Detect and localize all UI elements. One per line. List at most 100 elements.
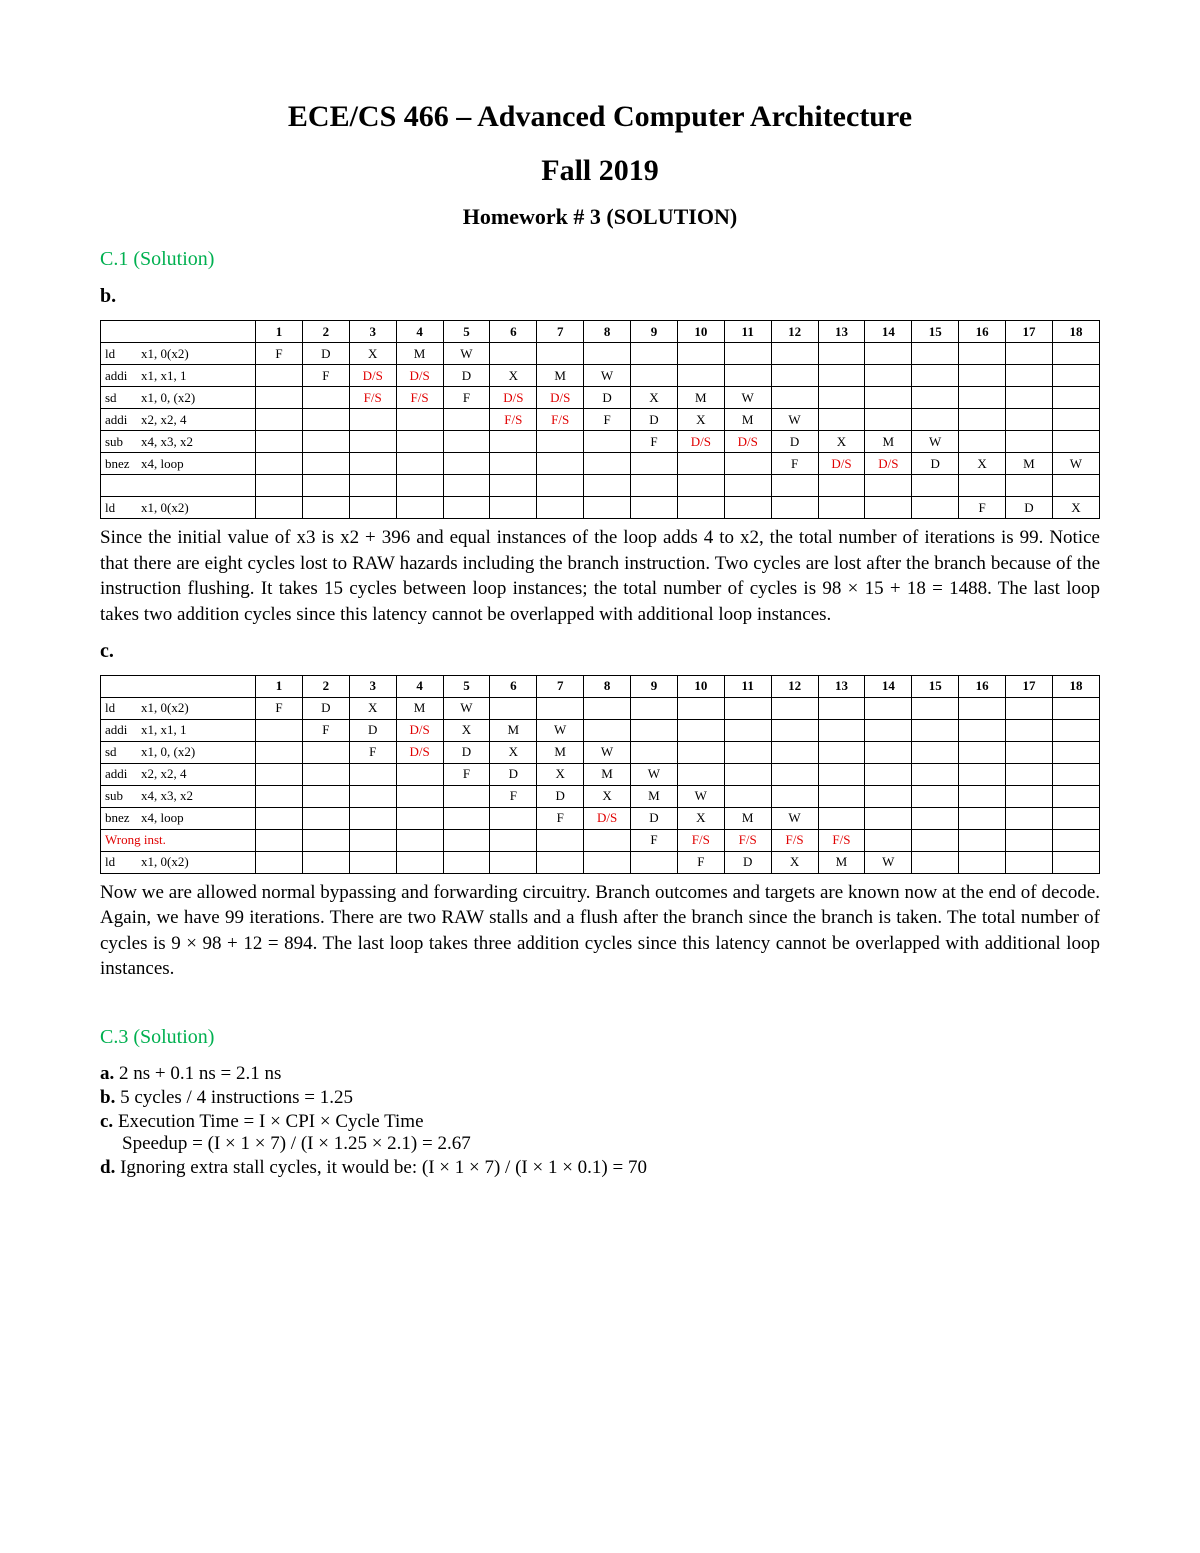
- stage-cell: [1052, 851, 1099, 873]
- stage-cell: [1006, 763, 1053, 785]
- instruction-cell: sdx1, 0, (x2): [101, 741, 256, 763]
- stage-cell: [912, 365, 959, 387]
- stage-cell: [537, 851, 584, 873]
- instruction-cell: subx4, x3, x2: [101, 785, 256, 807]
- stage-cell: [1006, 741, 1053, 763]
- stage-cell: [584, 497, 631, 519]
- cycle-header: 12: [771, 321, 818, 343]
- stage-cell: [349, 453, 396, 475]
- item-label: c.: [100, 1111, 118, 1132]
- stage-cell: F/S: [396, 387, 443, 409]
- stage-cell: D/S: [396, 365, 443, 387]
- stage-cell: [1052, 365, 1099, 387]
- stage-cell: [631, 365, 678, 387]
- stage-cell: [1006, 829, 1053, 851]
- pipeline-table-c: 123456789101112131415161718ldx1, 0(x2)FD…: [100, 675, 1100, 874]
- table-row: addix2, x2, 4FDXMW: [101, 763, 1100, 785]
- stage-cell: [396, 453, 443, 475]
- stage-cell: [302, 431, 349, 453]
- table-row: bnezx4, loopFD/SDXMW: [101, 807, 1100, 829]
- stage-cell: [912, 387, 959, 409]
- stage-cell: F/S: [537, 409, 584, 431]
- stage-cell: [865, 719, 912, 741]
- stage-cell: D: [724, 851, 771, 873]
- instruction-cell: ldx1, 0(x2): [101, 851, 256, 873]
- stage-cell: [1006, 851, 1053, 873]
- stage-cell: [724, 453, 771, 475]
- stage-cell: [865, 387, 912, 409]
- item-label: d.: [100, 1157, 120, 1178]
- stage-cell: [865, 409, 912, 431]
- cycle-header: 18: [1052, 675, 1099, 697]
- stage-cell: [865, 741, 912, 763]
- stage-cell: [302, 453, 349, 475]
- stage-cell: D: [912, 453, 959, 475]
- stage-cell: [631, 453, 678, 475]
- stage-cell: W: [443, 343, 490, 365]
- stage-cell: X: [443, 719, 490, 741]
- item-label: a.: [100, 1063, 119, 1084]
- stage-cell: [584, 829, 631, 851]
- stage-cell: [256, 741, 303, 763]
- cycle-header: 17: [1006, 675, 1053, 697]
- cycle-header: 5: [443, 321, 490, 343]
- cycle-header: 10: [677, 675, 724, 697]
- stage-cell: [818, 343, 865, 365]
- stage-cell: [396, 475, 443, 497]
- stage-cell: [349, 497, 396, 519]
- cycle-header: 4: [396, 675, 443, 697]
- stage-cell: W: [443, 697, 490, 719]
- stage-cell: W: [584, 365, 631, 387]
- stage-cell: [865, 807, 912, 829]
- instruction-cell: ldx1, 0(x2): [101, 497, 256, 519]
- cycle-header: 11: [724, 321, 771, 343]
- stage-cell: [1006, 475, 1053, 497]
- stage-cell: [256, 475, 303, 497]
- stage-cell: [677, 697, 724, 719]
- stage-cell: [584, 697, 631, 719]
- part-c-label: c.: [100, 640, 1100, 663]
- stage-cell: F: [771, 453, 818, 475]
- stage-cell: [912, 785, 959, 807]
- item-label: b.: [100, 1087, 120, 1108]
- stage-cell: [959, 829, 1006, 851]
- stage-cell: [865, 497, 912, 519]
- stage-cell: [490, 851, 537, 873]
- stage-cell: D/S: [396, 719, 443, 741]
- table-row: ldx1, 0(x2)FDXMW: [101, 343, 1100, 365]
- stage-cell: [396, 829, 443, 851]
- stage-cell: F: [959, 497, 1006, 519]
- stage-cell: [396, 497, 443, 519]
- stage-cell: [1006, 343, 1053, 365]
- stage-cell: [677, 719, 724, 741]
- stage-cell: [490, 343, 537, 365]
- stage-cell: [302, 475, 349, 497]
- stage-cell: D/S: [818, 453, 865, 475]
- stage-cell: [1052, 387, 1099, 409]
- stage-cell: [349, 475, 396, 497]
- list-item: c. Execution Time = I × CPI × Cycle Time…: [100, 1111, 1100, 1155]
- stage-cell: M: [490, 719, 537, 741]
- stage-cell: [1052, 343, 1099, 365]
- stage-cell: [959, 741, 1006, 763]
- stage-cell: [537, 343, 584, 365]
- stage-cell: W: [771, 807, 818, 829]
- stage-cell: M: [631, 785, 678, 807]
- stage-cell: M: [396, 343, 443, 365]
- stage-cell: [1052, 431, 1099, 453]
- table-row: Wrong inst.FF/SF/SF/SF/S: [101, 829, 1100, 851]
- stage-cell: [256, 763, 303, 785]
- stage-cell: [771, 387, 818, 409]
- stage-cell: [396, 763, 443, 785]
- stage-cell: [396, 785, 443, 807]
- stage-cell: [724, 497, 771, 519]
- table-row: addix1, x1, 1FD/SD/SDXMW: [101, 365, 1100, 387]
- stage-cell: M: [677, 387, 724, 409]
- stage-cell: [818, 719, 865, 741]
- cycle-header: 3: [349, 675, 396, 697]
- stage-cell: [443, 453, 490, 475]
- stage-cell: [912, 807, 959, 829]
- stage-cell: [584, 851, 631, 873]
- cycle-header: 7: [537, 675, 584, 697]
- stage-cell: [912, 829, 959, 851]
